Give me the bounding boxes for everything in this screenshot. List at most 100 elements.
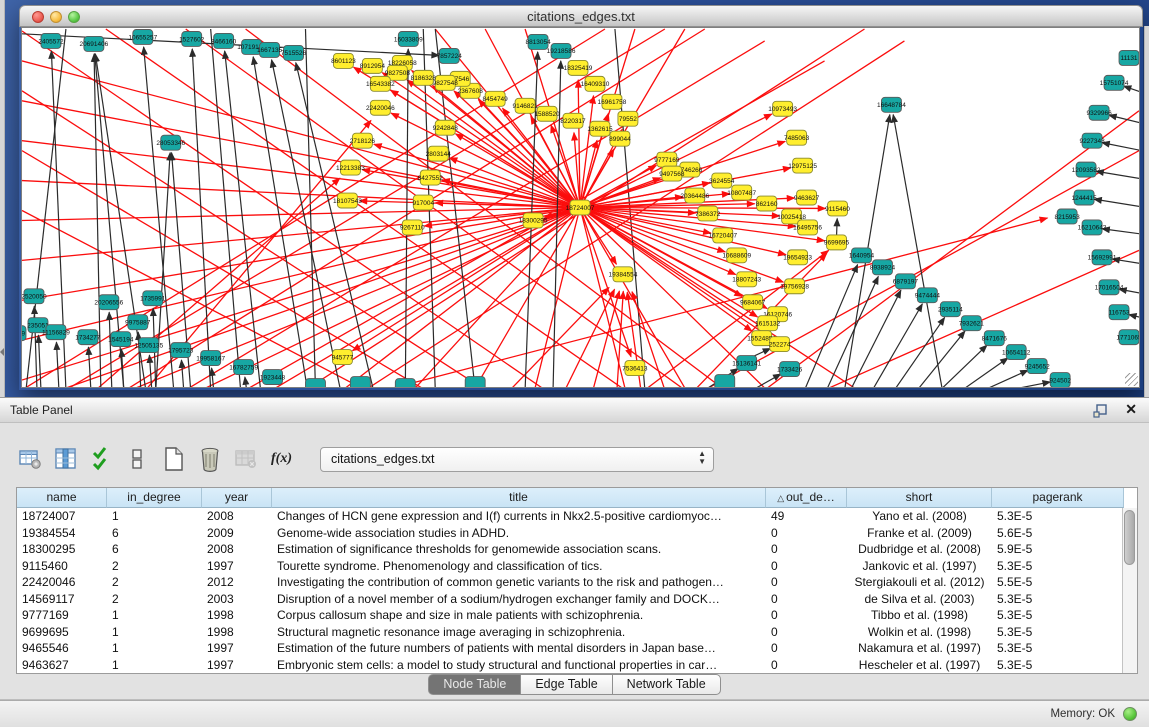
network-node[interactable]: 7857224	[437, 48, 463, 63]
float-window-icon[interactable]	[1093, 403, 1109, 419]
column-header-short[interactable]: short	[847, 488, 992, 508]
network-node[interactable]: 19218586	[547, 43, 576, 58]
table-cell[interactable]: Jankovic et al. (1997)	[847, 558, 992, 575]
column-header-name[interactable]: name	[17, 488, 107, 508]
network-node[interactable]: 12975125	[788, 158, 817, 173]
network-node[interactable]: 2803144	[426, 146, 452, 161]
network-node[interactable]: 1244415	[1071, 190, 1097, 205]
table-cell[interactable]: 1997	[202, 558, 272, 575]
network-node[interactable]: 16033809	[394, 31, 423, 46]
network-node[interactable]: 1735991	[140, 291, 166, 306]
table-cell[interactable]: Franke et al. (2009)	[847, 525, 992, 542]
column-header-in_degree[interactable]: in_degree	[107, 488, 202, 508]
network-node[interactable]: 945777	[332, 350, 354, 365]
network-node[interactable]: 9227343	[1079, 133, 1105, 148]
network-node[interactable]: 9463627	[794, 190, 820, 205]
network-node[interactable]: 2520050	[22, 289, 47, 304]
table-cell[interactable]: 0	[766, 607, 847, 624]
table-cell[interactable]: Genome-wide association studies in ADHD.	[272, 525, 766, 542]
table-cell[interactable]: Estimation of the future numbers of pati…	[272, 640, 766, 657]
table-cell[interactable]: 9465546	[17, 640, 107, 657]
network-node[interactable]: 9777169	[654, 152, 680, 167]
close-panel-icon[interactable]: ✕	[1125, 401, 1137, 418]
table-cell[interactable]: 0	[766, 657, 847, 674]
table-cell[interactable]: 6	[107, 525, 202, 542]
table-row[interactable]: 977716911998Corpus callosum shape and si…	[17, 607, 1122, 624]
table-cell[interactable]: 1997	[202, 640, 272, 657]
table-cell[interactable]: 2	[107, 574, 202, 591]
network-graph[interactable]: 1872400797771699746266949756836245542036…	[22, 28, 1139, 387]
network-node[interactable]: 1362615	[587, 121, 613, 136]
scrollbar-thumb[interactable]	[1124, 510, 1135, 565]
network-node[interactable]: 28053346	[156, 135, 185, 150]
network-node[interactable]: 8186328	[411, 70, 437, 85]
network-node[interactable]: 11131	[1119, 50, 1139, 65]
table-cell[interactable]: 2	[107, 591, 202, 608]
table-cell[interactable]: 2009	[202, 525, 272, 542]
network-node[interactable]: 6879197	[893, 274, 919, 289]
network-node[interactable]: 8813054	[525, 34, 551, 49]
network-node[interactable]: 16409310	[581, 76, 610, 91]
table-row[interactable]: 946362711997Embryonic stem cells: a mode…	[17, 657, 1122, 674]
table-cell[interactable]: 5.3E-5	[992, 607, 1122, 624]
network-node[interactable]: 9146821	[512, 98, 538, 113]
network-node[interactable]: 9975887	[125, 315, 151, 330]
show-columns-icon[interactable]	[52, 445, 79, 473]
network-node[interactable]: 15751074	[1100, 75, 1129, 90]
network-node[interactable]: 9115460	[825, 201, 850, 216]
tab-network-table[interactable]: Network Table	[613, 674, 721, 695]
table-cell[interactable]: Estimation of significance thresholds fo…	[272, 541, 766, 558]
table-cell[interactable]: Corpus callosum shape and size in male p…	[272, 607, 766, 624]
table-row[interactable]: 1872400712008Changes of HCN gene express…	[17, 508, 1122, 525]
table-cell[interactable]: 2008	[202, 541, 272, 558]
table-cell[interactable]: Yano et al. (2008)	[847, 508, 992, 525]
network-node[interactable]: 10973493	[768, 101, 797, 116]
table-cell[interactable]: 0	[766, 558, 847, 575]
table-row[interactable]: 946554611997Estimation of the future num…	[17, 640, 1122, 657]
network-node[interactable]	[305, 379, 325, 387]
network-node[interactable]: 17016504	[1095, 280, 1124, 295]
network-node[interactable]: 924502	[1049, 373, 1071, 387]
network-node[interactable]: 899044	[609, 131, 631, 146]
network-node[interactable]: 16495756	[793, 220, 822, 235]
network-node[interactable]: 862160	[756, 196, 778, 211]
network-node[interactable]: 252274	[769, 337, 791, 352]
table-cell[interactable]: 18300295	[17, 541, 107, 558]
network-node[interactable]: 8454749	[483, 91, 509, 106]
network-node[interactable]: 20364486	[680, 188, 709, 203]
network-node[interactable]: 9684067	[740, 295, 766, 310]
table-cell[interactable]: 2008	[202, 508, 272, 525]
table-row[interactable]: 1830029562008Estimation of significance …	[17, 541, 1122, 558]
network-node[interactable]: 19654923	[783, 250, 812, 265]
table-cell[interactable]: 0	[766, 525, 847, 542]
table-cell[interactable]: 1	[107, 607, 202, 624]
network-node[interactable]: 9242848	[433, 120, 459, 135]
table-cell[interactable]: 0	[766, 541, 847, 558]
network-node[interactable]: 10688609	[722, 248, 751, 263]
network-node[interactable]: 9245652	[1025, 359, 1051, 374]
network-node[interactable]: 18325419	[564, 60, 593, 75]
table-cell[interactable]: Investigating the contribution of common…	[272, 574, 766, 591]
table-cell[interactable]: 49	[766, 508, 847, 525]
table-cell[interactable]: 9463627	[17, 657, 107, 674]
network-canvas[interactable]: 1872400797771699746266949756836245542036…	[21, 27, 1140, 388]
network-node[interactable]: 9699695	[824, 235, 850, 250]
table-selector-dropdown[interactable]: citations_edges.txt ▲▼	[320, 447, 714, 472]
unselect-rows-icon[interactable]	[124, 445, 151, 473]
network-node[interactable]: 11156829	[42, 325, 70, 340]
tab-node-table[interactable]: Node Table	[428, 674, 521, 695]
network-node[interactable]: 8466160	[211, 33, 237, 48]
table-cell[interactable]: 2	[107, 558, 202, 575]
network-node[interactable]: 18107543	[333, 193, 362, 208]
table-cell[interactable]: Nakamura et al. (1997)	[847, 640, 992, 657]
network-node[interactable]: 9267110	[400, 220, 425, 235]
table-cell[interactable]: 9699695	[17, 624, 107, 641]
network-node[interactable]: 10654112	[1002, 345, 1031, 360]
table-cell[interactable]: Embryonic stem cells: a model to study s…	[272, 657, 766, 674]
table-cell[interactable]: 2012	[202, 574, 272, 591]
network-node[interactable]	[350, 377, 370, 387]
table-row[interactable]: 1456911722003Disruption of a novel membe…	[17, 591, 1122, 608]
table-options-icon[interactable]	[16, 445, 43, 473]
table-cell[interactable]: 5.3E-5	[992, 508, 1122, 525]
network-node[interactable]: 16648784	[877, 97, 906, 112]
